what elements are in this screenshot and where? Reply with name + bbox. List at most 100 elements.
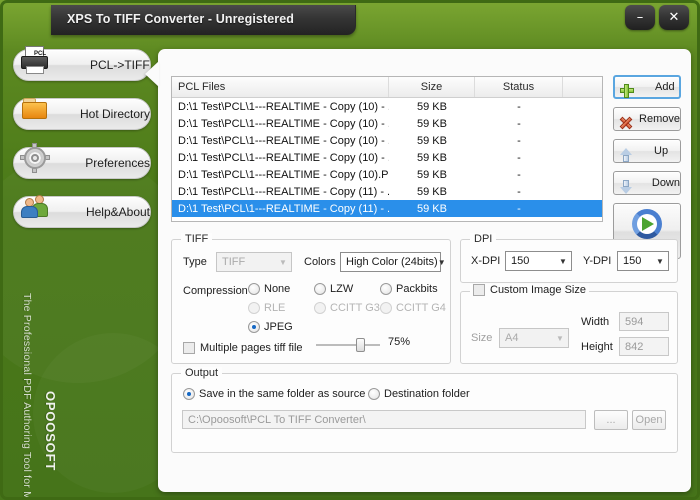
- file-list-body: D:\1 Test\PCL\1---REALTIME - Copy (10) -…: [172, 98, 602, 217]
- compression-option-lzw[interactable]: LZW: [314, 283, 353, 295]
- dpi-group: DPI X-DPI 150 ▼ Y-DPI 150 ▼: [460, 233, 678, 283]
- output-destination-label: Destination folder: [384, 388, 470, 400]
- table-cell-name: D:\1 Test\PCL\1---REALTIME - Copy (10) -…: [178, 117, 389, 130]
- y-dpi-select[interactable]: 150 ▼: [617, 251, 669, 271]
- type-select-value: TIFF: [222, 256, 246, 268]
- radio-indicator: [248, 321, 260, 333]
- move-down-button-label: Down: [651, 177, 680, 189]
- radio-indicator: [380, 283, 392, 295]
- branding: The Professional PDF Authoring Tool for …: [19, 293, 65, 497]
- compression-option-packbits[interactable]: Packbits: [380, 283, 438, 295]
- compression-option-jpeg[interactable]: JPEG: [248, 321, 293, 333]
- panel-pointer-arrow: [145, 61, 159, 87]
- sidebar-item-help-about[interactable]: Help&About: [13, 195, 151, 228]
- compression-option-ccitt-g4[interactable]: CCITT G4: [380, 302, 446, 314]
- table-row[interactable]: D:\1 Test\PCL\1---REALTIME - Copy (11) -…: [172, 200, 602, 217]
- arrow-up-icon: [618, 147, 634, 163]
- open-folder-button[interactable]: Open: [632, 410, 666, 430]
- compression-option-label: Packbits: [396, 283, 438, 295]
- height-label: Height: [581, 341, 613, 353]
- column-header-size[interactable]: Size: [389, 77, 475, 97]
- x-dpi-label: X-DPI: [471, 255, 501, 267]
- table-row[interactable]: D:\1 Test\PCL\1---REALTIME - Copy (10) -…: [172, 132, 602, 149]
- width-input[interactable]: 594: [619, 312, 669, 331]
- table-row[interactable]: D:\1 Test\PCL\1---REALTIME - Copy (10) -…: [172, 98, 602, 115]
- open-button-label: Open: [635, 414, 663, 426]
- custom-image-size-group: Custom Image Size Size A4 ▼ Width 594 He…: [460, 284, 678, 364]
- column-header-spacer: [563, 77, 602, 97]
- colors-select[interactable]: High Color (24bits) ▼: [340, 252, 446, 272]
- compression-option-label: LZW: [330, 283, 354, 295]
- table-cell-size: 59 KB: [417, 151, 447, 164]
- close-button[interactable]: ✕: [659, 5, 689, 30]
- output-destination-radio[interactable]: Destination folder: [368, 388, 470, 400]
- paper-size-select[interactable]: A4 ▼: [499, 328, 569, 348]
- chevron-down-icon: ▼: [279, 257, 287, 267]
- table-cell-size: 59 KB: [417, 100, 447, 113]
- x-dpi-select[interactable]: 150 ▼: [505, 251, 572, 271]
- sidebar-item-label: Hot Directory: [79, 107, 150, 121]
- jpeg-quality-slider[interactable]: [316, 338, 380, 352]
- compression-option-label: CCITT G4: [396, 302, 446, 314]
- table-row[interactable]: D:\1 Test\PCL\1---REALTIME - Copy (10) -…: [172, 115, 602, 132]
- table-cell-size: 59 KB: [417, 134, 447, 147]
- table-cell-size: 59 KB: [417, 117, 447, 130]
- tiff-group-title: TIFF: [181, 233, 213, 245]
- table-cell-size: 59 KB: [417, 202, 447, 215]
- table-row[interactable]: D:\1 Test\PCL\1---REALTIME - Copy (10).P…: [172, 166, 602, 183]
- sidebar: PCL PCL->TIFF Hot Directory Preferences: [13, 46, 161, 245]
- slider-track: [316, 344, 380, 346]
- multipage-tiff-checkbox[interactable]: Multiple pages tiff file: [183, 342, 303, 354]
- compression-option-label: None: [264, 283, 291, 295]
- move-up-button[interactable]: Up: [613, 139, 681, 163]
- height-input[interactable]: 842: [619, 337, 669, 356]
- compression-label: Compression: [183, 285, 248, 297]
- chevron-down-icon: ▼: [556, 333, 564, 343]
- radio-indicator: [248, 302, 260, 314]
- printer-icon: PCL: [18, 43, 52, 77]
- custom-image-size-checkbox[interactable]: Custom Image Size: [470, 284, 589, 296]
- table-cell-status: -: [517, 100, 521, 113]
- compression-option-ccitt-g3[interactable]: CCITT G3: [314, 302, 380, 314]
- output-group: Output Save in the same folder as source…: [171, 367, 678, 453]
- browse-button[interactable]: ...: [594, 410, 628, 430]
- file-list[interactable]: PCL Files Size Status D:\1 Test\PCL\1---…: [171, 76, 603, 222]
- table-cell-name: D:\1 Test\PCL\1---REALTIME - Copy (10) -…: [178, 134, 389, 147]
- output-path-input[interactable]: C:\Opoosoft\PCL To TIFF Converter\: [182, 410, 586, 429]
- remove-button[interactable]: Remove: [613, 107, 681, 131]
- table-cell-size: 59 KB: [417, 168, 447, 181]
- sidebar-item-pcl-to-tiff[interactable]: PCL PCL->TIFF: [13, 46, 151, 81]
- people-icon: [18, 190, 48, 224]
- move-up-button-label: Up: [654, 145, 669, 157]
- colors-select-value: High Color (24bits): [346, 256, 438, 268]
- output-same-folder-label: Save in the same folder as source: [199, 388, 366, 400]
- output-same-folder-radio[interactable]: Save in the same folder as source: [183, 388, 365, 400]
- content-panel: PCL Files Size Status D:\1 Test\PCL\1---…: [158, 49, 691, 492]
- application-window: XPS To TIFF Converter - Unregistered – ✕…: [0, 0, 700, 500]
- checkbox-indicator: [183, 342, 195, 354]
- output-path-value: C:\Opoosoft\PCL To TIFF Converter\: [188, 413, 366, 426]
- column-header-name[interactable]: PCL Files: [172, 77, 389, 97]
- chevron-down-icon: ▼: [559, 256, 567, 266]
- compression-option-label: RLE: [264, 302, 286, 314]
- file-list-header: PCL Files Size Status: [172, 77, 602, 98]
- move-down-button[interactable]: Down: [613, 171, 681, 195]
- colors-label: Colors: [304, 256, 336, 268]
- width-value: 594: [625, 315, 644, 328]
- minimize-button[interactable]: –: [625, 5, 655, 30]
- type-select[interactable]: TIFF ▼: [216, 252, 292, 272]
- output-group-title: Output: [181, 367, 223, 379]
- title-bar[interactable]: XPS To TIFF Converter - Unregistered: [51, 5, 356, 35]
- remove-x-icon: [618, 115, 633, 131]
- add-button[interactable]: Add: [613, 75, 681, 99]
- sidebar-item-hot-directory[interactable]: Hot Directory: [13, 98, 151, 130]
- table-row[interactable]: D:\1 Test\PCL\1---REALTIME - Copy (11) -…: [172, 183, 602, 200]
- table-cell-status: -: [517, 168, 521, 181]
- sidebar-item-preferences[interactable]: Preferences: [13, 143, 151, 179]
- compression-option-rle[interactable]: RLE: [248, 302, 285, 314]
- slider-thumb[interactable]: [356, 338, 365, 352]
- table-row[interactable]: D:\1 Test\PCL\1---REALTIME - Copy (10) -…: [172, 149, 602, 166]
- compression-option-none[interactable]: None: [248, 283, 290, 295]
- size-label: Size: [471, 332, 493, 344]
- column-header-status[interactable]: Status: [475, 77, 563, 97]
